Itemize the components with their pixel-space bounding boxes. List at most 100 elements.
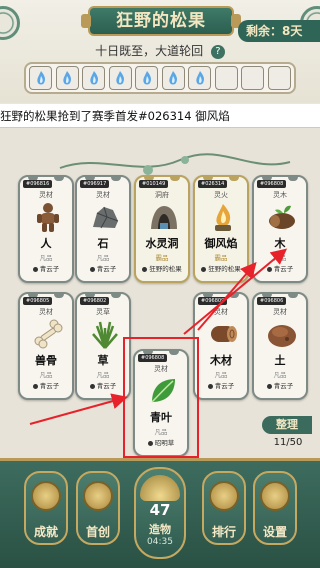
wooden-figure-icon xyxy=(37,203,59,232)
settings-button[interactable]: 设置 xyxy=(253,471,297,545)
card-name: 石 xyxy=(97,237,109,250)
card-owner: 青云子 xyxy=(20,380,72,390)
card-owner: 青云子 xyxy=(20,263,72,273)
card-type: 灵材 xyxy=(96,191,110,199)
broadcast-text: 狂野的松果抢到了赛季首发#026314 御风焰 xyxy=(0,109,230,123)
achievements-label: 成就 xyxy=(33,525,58,539)
card-type: 灵材 xyxy=(214,308,228,316)
first-creation-button[interactable]: 首创 xyxy=(76,471,120,545)
sort-button[interactable]: 整理 xyxy=(262,416,312,434)
card-owner: 青云子 xyxy=(254,263,306,273)
flame-slot-empty xyxy=(241,66,265,90)
creation-count: 47 xyxy=(149,501,171,519)
ranking-label: 排行 xyxy=(211,525,236,539)
card-type: 灵火 xyxy=(214,191,228,199)
card-owner: 青云子 xyxy=(77,380,129,390)
card-rarity: 霸品 xyxy=(214,254,228,262)
blue-flame-icon xyxy=(169,71,178,85)
log-icon xyxy=(211,326,237,342)
sprouting-log-icon xyxy=(269,205,295,229)
card-owner: 狂野的松果 xyxy=(195,263,247,273)
person-icon xyxy=(89,266,95,272)
corner-ornament-left xyxy=(0,6,20,40)
flame-slot-filled xyxy=(82,66,106,90)
card-name: 木材 xyxy=(210,354,232,367)
card-owner: 昭明草 xyxy=(135,437,187,447)
cauldron-icon xyxy=(140,475,180,501)
card-rarity: 凡品 xyxy=(214,371,228,379)
card-id: #096917 xyxy=(80,180,110,188)
flame-slot-filled xyxy=(161,66,185,90)
person-icon xyxy=(207,383,213,389)
leaf-icon xyxy=(151,379,175,403)
card-shuilingdong[interactable]: #010149 洞府 水灵洞 霸品 狂野的松果 xyxy=(134,175,190,283)
card-shi[interactable]: #096917 灵材 石 凡品 青云子 xyxy=(75,175,131,283)
card-owner: 青云子 xyxy=(77,263,129,273)
achievements-button[interactable]: 成就 xyxy=(24,471,68,545)
broadcast-banner: 狂野的松果抢到了赛季首发#026314 御风焰 xyxy=(0,104,320,128)
card-id: #096816 xyxy=(23,180,53,188)
card-id: #096806 xyxy=(257,297,287,305)
card-name: 青叶 xyxy=(150,411,172,424)
card-type: 洞府 xyxy=(155,191,169,199)
flame-slot-filled xyxy=(188,66,212,90)
tablet-icon xyxy=(83,481,113,511)
card-id: #010149 xyxy=(139,180,169,188)
card-id: #096802 xyxy=(80,297,110,305)
creation-button[interactable]: 47 造物 04:35 xyxy=(134,467,186,559)
card-ren[interactable]: #096816 灵材 人 凡品 青云子 xyxy=(18,175,74,283)
blue-flame-icon xyxy=(36,71,45,85)
card-rarity: 凡品 xyxy=(96,371,110,379)
card-tu[interactable]: #096806 灵材 土 凡品 青云子 xyxy=(252,292,308,400)
grass-icon xyxy=(92,321,118,349)
card-type: 灵材 xyxy=(39,191,53,199)
gear-icon xyxy=(260,481,290,511)
card-mu[interactable]: #096808 灵木 木 凡品 青云子 xyxy=(252,175,308,283)
ranking-button[interactable]: 排行 xyxy=(202,471,246,545)
card-id: #096809 xyxy=(198,297,228,305)
card-id: #096805 xyxy=(23,297,53,305)
card-rarity: 霸品 xyxy=(155,254,169,262)
card-yufengyan[interactable]: #026314 灵火 御风焰 霸品 狂野的松果 xyxy=(193,175,249,283)
card-mucai[interactable]: #096809 灵材 木材 凡品 青云子 xyxy=(193,292,249,400)
bottom-nav: 成就 首创 47 造物 04:35 排行 设置 xyxy=(0,458,320,568)
card-count: 11/50 xyxy=(273,437,303,448)
person-icon xyxy=(32,383,38,389)
card-name: 水灵洞 xyxy=(145,237,179,250)
blue-flame-icon xyxy=(196,71,204,85)
card-type: 灵材 xyxy=(39,308,53,316)
card-cao[interactable]: #096802 灵草 草 凡品 青云子 xyxy=(75,292,131,400)
blue-flame-icon xyxy=(89,71,98,85)
person-icon xyxy=(32,266,38,272)
card-id: #096808 xyxy=(257,180,287,188)
blue-flame-icon xyxy=(143,71,151,85)
card-rarity: 凡品 xyxy=(273,371,287,379)
card-type: 灵材 xyxy=(154,365,168,373)
person-icon xyxy=(201,266,207,272)
subtitle-text: 十日既至，大道轮回 xyxy=(95,44,204,58)
flame-slot-filled xyxy=(135,66,159,90)
card-name: 木 xyxy=(274,237,286,250)
card-qingye[interactable]: #096808 灵材 青叶 凡品 昭明草 xyxy=(133,349,189,457)
person-icon xyxy=(266,266,272,272)
card-type: 灵木 xyxy=(273,191,287,199)
card-id: #096808 xyxy=(138,354,168,362)
days-remaining-badge: 剩余：8天 xyxy=(238,20,320,42)
blue-flame-icon xyxy=(63,71,72,85)
card-rarity: 凡品 xyxy=(273,254,287,262)
card-type: 灵材 xyxy=(273,308,287,316)
bone-icon xyxy=(34,319,63,349)
card-shougu[interactable]: #096805 灵材 兽骨 凡品 青云子 xyxy=(18,292,74,400)
flame-slot-row xyxy=(24,62,296,94)
card-rarity: 凡品 xyxy=(96,254,110,262)
card-name: 草 xyxy=(97,354,109,367)
water-cave-icon xyxy=(151,206,177,229)
flame-slot-filled xyxy=(55,66,79,90)
flame-slot-filled xyxy=(29,66,52,90)
card-owner: 青云子 xyxy=(254,380,306,390)
card-type: 灵草 xyxy=(96,308,110,316)
help-icon[interactable]: ? xyxy=(210,44,225,59)
card-name: 人 xyxy=(40,237,52,250)
wind-flame-icon xyxy=(215,204,231,231)
card-rarity: 凡品 xyxy=(39,254,53,262)
